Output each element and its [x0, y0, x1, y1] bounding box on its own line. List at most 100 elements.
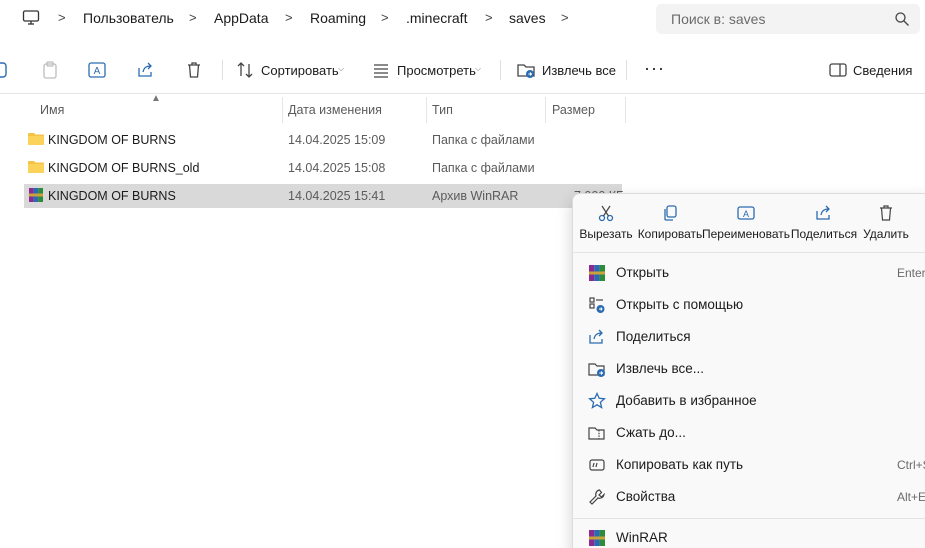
menu-item-label: Поделиться: [616, 329, 691, 344]
chevron-right-icon[interactable]: >: [561, 10, 569, 25]
rename-label: Переименовать: [702, 227, 790, 241]
view-icon[interactable]: [371, 60, 391, 80]
compress-icon: [588, 427, 605, 440]
extract-all-button[interactable]: Извлечь все: [542, 63, 616, 78]
details-button[interactable]: Сведения: [853, 63, 912, 78]
folder-icon: [28, 133, 44, 145]
column-divider[interactable]: [426, 97, 427, 123]
menu-item-label: Копировать как путь: [616, 457, 744, 472]
share-icon: [589, 329, 603, 344]
breadcrumb-roaming[interactable]: Roaming: [310, 10, 366, 26]
chevron-right-icon[interactable]: >: [381, 10, 389, 25]
column-header-type[interactable]: Тип: [432, 97, 453, 123]
menu-item-add-favorite[interactable]: Добавить в избранное: [577, 386, 925, 416]
toolbar-divider: [222, 60, 223, 80]
file-date: 14.04.2025 15:41: [288, 189, 386, 203]
column-divider[interactable]: [625, 97, 626, 123]
breadcrumb-saves[interactable]: saves: [509, 10, 546, 26]
wrench-icon: [589, 489, 605, 505]
extract-icon[interactable]: [516, 60, 536, 80]
breadcrumb-appdata[interactable]: AppData: [214, 10, 268, 26]
chevron-right-icon[interactable]: >: [485, 10, 493, 25]
rename-icon: A: [737, 206, 755, 220]
new-icon[interactable]: [0, 60, 10, 80]
breadcrumb-minecraft[interactable]: .minecraft: [406, 10, 467, 26]
extract-icon: [588, 363, 605, 377]
context-menu: Вырезать Копировать A Переименовать Поде…: [572, 193, 925, 548]
search-icon[interactable]: [894, 11, 910, 27]
menu-item-label: Сжать до...: [616, 425, 686, 440]
delete-button[interactable]: Удалить: [841, 204, 925, 248]
svg-text:A: A: [94, 66, 101, 77]
chevron-down-icon[interactable]: ⌵: [475, 64, 481, 74]
computer-icon[interactable]: [22, 9, 40, 27]
copy-icon: [664, 205, 677, 221]
copy-path-icon: [589, 459, 605, 471]
svg-text:A: A: [743, 209, 749, 219]
menu-item-label: Добавить в избранное: [616, 393, 757, 408]
sort-icon[interactable]: [235, 60, 255, 80]
share-icon: [816, 205, 830, 220]
column-header-name[interactable]: Имя: [40, 97, 64, 123]
chevron-right-icon[interactable]: >: [285, 10, 293, 25]
rename-button[interactable]: A Переименовать: [701, 204, 791, 248]
menu-item-share[interactable]: Поделиться: [577, 322, 925, 352]
sort-button[interactable]: Сортировать: [261, 63, 339, 78]
menu-item-shortcut: Ctrl+Shift+C: [897, 458, 925, 472]
file-name: KINGDOM OF BURNS_old: [48, 161, 200, 175]
file-type: Папка с файлами: [432, 161, 535, 175]
paste-icon[interactable]: [40, 60, 60, 80]
column-header-date[interactable]: Дата изменения: [288, 97, 382, 123]
more-options-icon[interactable]: ···: [644, 58, 665, 79]
winrar-archive-icon: [29, 188, 43, 202]
search-placeholder: Поиск в: saves: [671, 11, 766, 27]
winrar-icon: [589, 530, 605, 546]
file-date: 14.04.2025 15:08: [288, 161, 386, 175]
menu-item-label: Открыть с помощью: [616, 297, 744, 312]
menu-item-label: Открыть: [616, 265, 670, 280]
view-button[interactable]: Просмотреть: [397, 63, 476, 78]
scissors-icon: [598, 205, 614, 222]
delete-label: Удалить: [863, 227, 909, 241]
menu-item-open[interactable]: Открыть Enter: [577, 258, 925, 288]
menu-item-label: Извлечь все...: [616, 361, 705, 376]
toolbar-divider: [626, 60, 627, 80]
file-row[interactable]: KINGDOM OF BURNS_old 14.04.2025 15:08 Па…: [24, 156, 622, 180]
menu-divider: [573, 252, 925, 253]
menu-item-compress[interactable]: Сжать до...: [577, 418, 925, 448]
menu-divider: [573, 518, 925, 519]
open-with-icon: [589, 297, 605, 313]
breadcrumb-user[interactable]: Пользователь: [83, 10, 174, 26]
folder-icon: [28, 161, 44, 173]
toolbar-divider: [500, 60, 501, 80]
trash-icon[interactable]: [184, 60, 204, 80]
menu-item-properties[interactable]: Свойства Alt+Enter: [577, 482, 925, 512]
star-icon: [588, 392, 606, 409]
menu-item-shortcut: Alt+Enter: [897, 490, 925, 504]
menu-item-label: WinRAR: [616, 530, 668, 545]
menu-item-open-with[interactable]: Открыть с помощью: [577, 290, 925, 320]
rename-icon[interactable]: A: [87, 60, 107, 80]
menu-item-extract-all[interactable]: Извлечь все...: [577, 354, 925, 384]
file-row[interactable]: KINGDOM OF BURNS 14.04.2025 15:09 Папка …: [24, 128, 622, 152]
file-type: Папка с файлами: [432, 133, 535, 147]
details-pane-icon[interactable]: [828, 60, 848, 80]
column-divider[interactable]: [282, 97, 283, 123]
file-name: KINGDOM OF BURNS: [48, 133, 176, 147]
menu-item-copy-as-path[interactable]: Копировать как путь Ctrl+Shift+C: [577, 450, 925, 480]
command-bar: A Сортировать ⌵ Просмотреть ⌵ Извлечь вс…: [0, 46, 925, 94]
share-icon[interactable]: [136, 60, 156, 80]
menu-item-shortcut: Enter: [897, 266, 925, 280]
file-type: Архив WinRAR: [432, 189, 519, 203]
chevron-down-icon[interactable]: ⌵: [338, 64, 344, 74]
chevron-right-icon[interactable]: >: [189, 10, 197, 25]
menu-item-winrar[interactable]: WinRAR: [577, 523, 925, 548]
winrar-icon: [589, 265, 605, 281]
search-input[interactable]: Поиск в: saves: [656, 4, 920, 34]
column-divider[interactable]: [545, 97, 546, 123]
file-row-selected[interactable]: KINGDOM OF BURNS 14.04.2025 15:41 Архив …: [24, 184, 624, 208]
chevron-right-icon[interactable]: >: [58, 10, 66, 25]
trash-icon: [880, 205, 892, 221]
file-name: KINGDOM OF BURNS: [48, 189, 176, 203]
column-header-size[interactable]: Размер: [552, 97, 595, 123]
